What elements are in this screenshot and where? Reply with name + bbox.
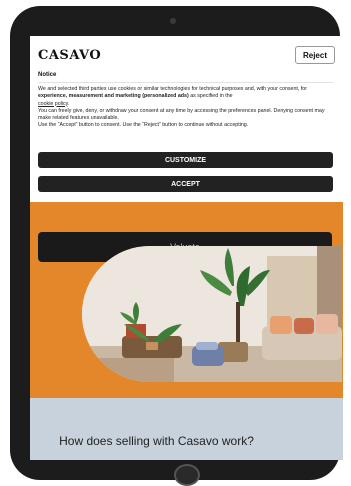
cookie-policy-link[interactable]: cookie policy <box>38 101 68 107</box>
customize-button[interactable]: CUSTOMIZE <box>38 152 333 168</box>
notice-text: We and selected third parties use cookie… <box>38 86 336 130</box>
notice-text-p3: Use the “Accept” button to consent. Use … <box>38 122 249 129</box>
notice-title: Notice <box>38 72 57 78</box>
notice-text-end: as specified in the <box>188 93 233 100</box>
camera-dot <box>170 18 176 24</box>
living-room-image <box>82 246 342 382</box>
period: . <box>67 100 70 107</box>
accept-button[interactable]: ACCEPT <box>38 176 333 192</box>
notice-text-bold: experience, measurement and marketing (p… <box>38 93 189 100</box>
cookie-banner: CASAVO Reject Notice We and selected thi… <box>30 36 343 202</box>
notice-text-p2: You can freely give, deny, or withdraw y… <box>38 107 325 122</box>
how-it-works-section <box>30 398 343 460</box>
section-title: How does selling with Casavo work? <box>59 434 254 448</box>
divider <box>38 82 333 83</box>
notice-text-start: We and selected third parties use cookie… <box>38 86 308 92</box>
reject-button[interactable]: Reject <box>295 46 335 64</box>
casavo-logo: CASAVO <box>38 48 102 63</box>
